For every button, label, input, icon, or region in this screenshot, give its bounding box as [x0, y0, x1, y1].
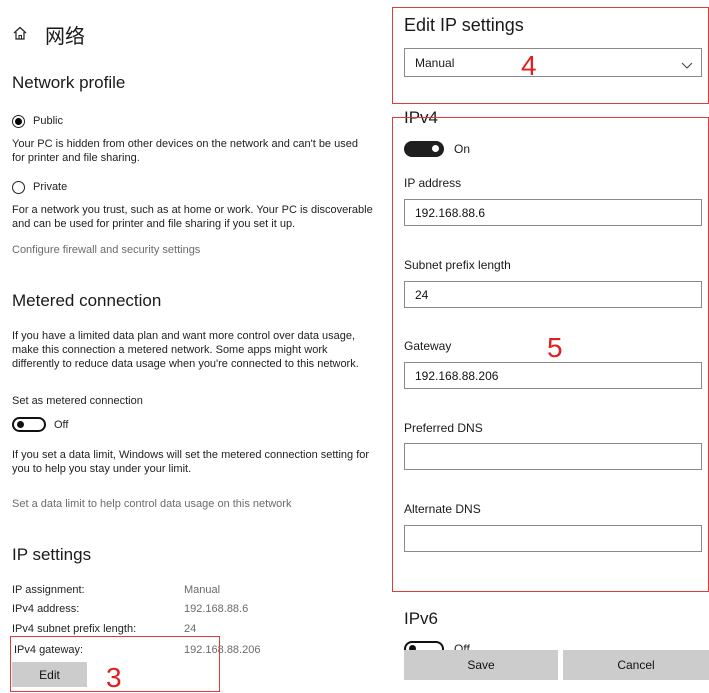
ipv4-prefix-value: 24: [184, 623, 197, 635]
annotation-callout-4: 4: [521, 50, 537, 81]
public-label: Public: [33, 115, 63, 127]
home-icon[interactable]: [12, 25, 28, 41]
metered-set-label: Set as metered connection: [12, 395, 143, 407]
page-title: 网络: [45, 26, 85, 48]
metered-heading: Metered connection: [12, 291, 162, 310]
annotation-box-4: [392, 7, 709, 104]
ip-settings-heading: IP settings: [12, 545, 92, 564]
ipv4-address-value: 192.168.88.6: [184, 603, 249, 615]
firewall-link[interactable]: Configure firewall and security settings: [12, 243, 200, 257]
data-limit-description: If you set a data limit, Windows will se…: [12, 449, 370, 475]
metered-description: If you have a limited data plan and want…: [12, 330, 359, 370]
private-radio[interactable]: Private: [12, 180, 67, 194]
ipv4-prefix-label: IPv4 subnet prefix length:: [12, 623, 137, 635]
ip-assignment-value: Manual: [184, 584, 221, 596]
public-description: Your PC is hidden from other devices on …: [12, 138, 358, 164]
data-limit-link[interactable]: Set a data limit to help control data us…: [12, 497, 291, 511]
private-description: For a network you trust, such as at home…: [12, 204, 373, 230]
toggle-off-icon: [12, 417, 46, 432]
radio-unselected-icon: [12, 180, 25, 194]
metered-toggle[interactable]: Off: [12, 417, 68, 432]
ipv4-address-label: IPv4 address:: [12, 603, 80, 615]
cancel-button[interactable]: Cancel: [563, 650, 709, 680]
save-button[interactable]: Save: [404, 650, 558, 680]
annotation-callout-3: 3: [106, 662, 122, 693]
radio-selected-icon: [12, 114, 25, 128]
ipv6-heading: IPv6: [404, 609, 439, 628]
ip-assignment-label: IP assignment:: [12, 584, 85, 596]
metered-toggle-state: Off: [54, 418, 69, 431]
annotation-callout-5: 5: [547, 332, 563, 363]
private-label: Private: [33, 181, 68, 193]
network-profile-heading: Network profile: [12, 73, 126, 92]
public-radio[interactable]: Public: [12, 114, 63, 128]
